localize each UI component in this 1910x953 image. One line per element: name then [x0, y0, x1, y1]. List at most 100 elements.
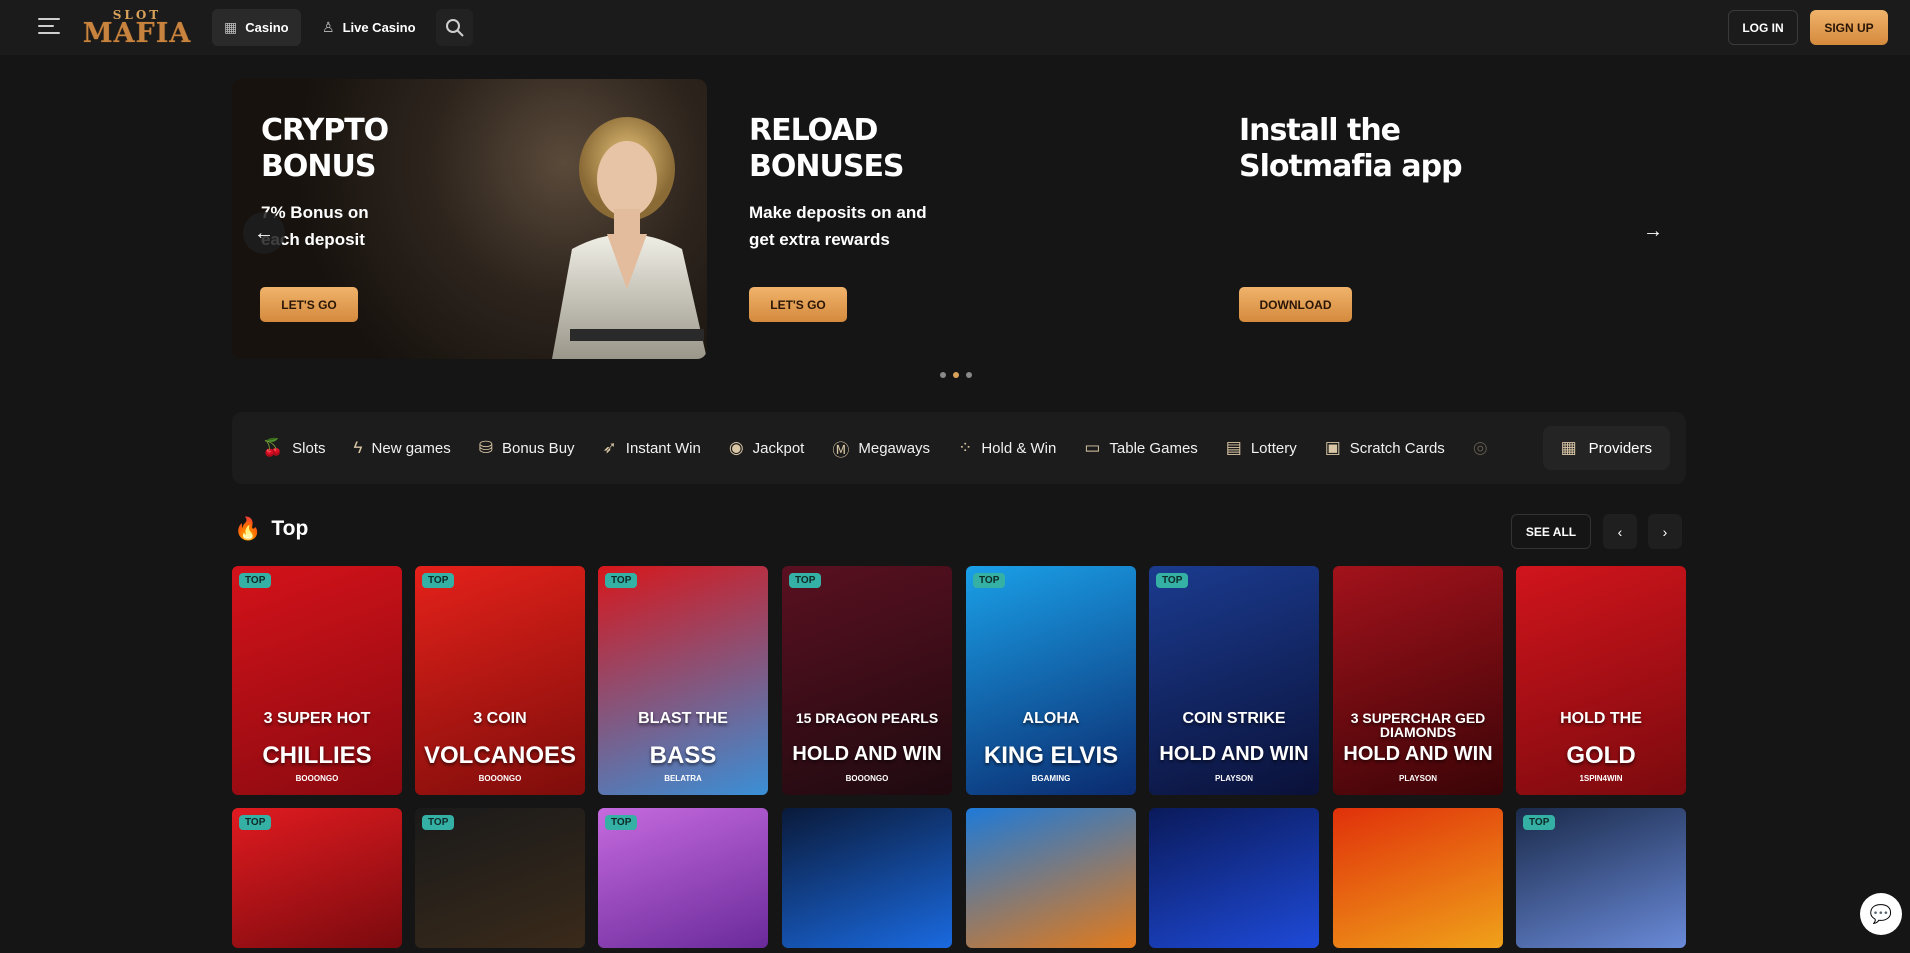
logo-main-text: MAFIA — [82, 17, 192, 49]
games-next-button[interactable]: › — [1648, 514, 1682, 549]
signup-button[interactable]: SIGN UP — [1810, 10, 1888, 45]
ticket-icon: ▤ — [1225, 438, 1242, 457]
chevron-right-icon: › — [1662, 523, 1668, 540]
game-tile[interactable]: TOP COIN STRIKE HOLD AND WIN PLAYSON — [1149, 566, 1319, 795]
banner1-title-line2: BONUS — [261, 149, 376, 184]
banner3-download-button[interactable]: DOWNLOAD — [1239, 287, 1352, 322]
game-title-line1: 3 SUPERCHAR GED DIAMONDS — [1350, 710, 1486, 741]
category-megaways[interactable]: Ⓜ Megaways — [832, 436, 930, 461]
providers-label: Providers — [1588, 439, 1652, 457]
scratch-icon: ▣ — [1324, 438, 1341, 457]
game-tile[interactable] — [1149, 808, 1319, 948]
category-bonus-buy[interactable]: ⛁ Bonus Buy — [479, 438, 575, 458]
games-prev-button[interactable]: ‹ — [1603, 514, 1637, 549]
category-label: Slots — [292, 439, 326, 457]
top-badge: TOP — [1523, 815, 1556, 830]
banner2-sub-line2: get extra rewards — [749, 230, 890, 249]
arrow-left-icon: ← — [254, 221, 274, 244]
category-bar: 🍒 Slots ϟ New games ⛁ Bonus Buy ➶ Instant Wi… — [232, 412, 1686, 484]
category-label: Megaways — [858, 439, 931, 457]
top-badge: TOP — [605, 573, 638, 588]
game-title-line1: BLAST THE — [638, 710, 728, 727]
category-scratch-cards[interactable]: ▣ Scratch Cards — [1325, 438, 1445, 458]
category-instant-win[interactable]: ➶ Instant Win — [603, 438, 701, 458]
game-tile[interactable]: 3 SUPERCHAR GED DIAMONDS HOLD AND WIN PLAY… — [1333, 566, 1503, 795]
category-more-hidden[interactable]: ◎ — [1473, 438, 1488, 458]
banner1-title-line1: CRYPTO — [261, 113, 389, 148]
game-title-line2: KING ELVIS — [983, 742, 1119, 769]
game-tile[interactable]: TOP 3 SUPER HOT CHILLIES BOOONGO — [232, 566, 402, 795]
login-button[interactable]: LOG IN — [1728, 10, 1798, 45]
game-title-line2: HOLD AND WIN — [792, 743, 942, 765]
search-icon — [445, 18, 464, 37]
game-tile[interactable]: TOP — [1516, 808, 1686, 948]
category-jackpot[interactable]: ◉ Jackpot — [729, 438, 805, 458]
category-new-games[interactable]: ϟ New games — [354, 438, 451, 458]
game-tile[interactable] — [782, 808, 952, 948]
carousel-dot-3[interactable] — [966, 372, 972, 378]
carousel-dots — [940, 372, 972, 378]
providers-button[interactable]: ▦ Providers — [1542, 426, 1670, 470]
banner3-title: Install the Slotmafia app — [1239, 113, 1463, 185]
top-badge: TOP — [422, 573, 455, 588]
menu-icon[interactable] — [38, 18, 60, 36]
tab-live-casino[interactable]: ♙ Live Casino — [310, 9, 428, 46]
search-button[interactable] — [436, 9, 473, 46]
game-provider: PLAYSON — [1215, 774, 1253, 783]
section-title-label: Top — [271, 517, 309, 540]
category-lottery[interactable]: ▤ Lottery — [1226, 438, 1297, 458]
game-provider: BGAMING — [1031, 774, 1071, 783]
game-tile[interactable] — [1333, 808, 1503, 948]
game-tile[interactable]: TOP 15 DRAGON PEARLS HOLD AND WIN BOOONGO — [782, 566, 952, 795]
m-icon: Ⓜ — [832, 440, 850, 460]
game-provider: BELATRA — [664, 774, 702, 783]
game-provider: BOOONGO — [295, 774, 339, 783]
top-badge: TOP — [789, 573, 822, 588]
game-title-line1: 3 COIN — [473, 710, 527, 727]
banner2-lets-go-button[interactable]: LET'S GO — [749, 287, 847, 322]
game-provider: BOOONGO — [845, 774, 889, 783]
game-tile[interactable]: HOLD THE GOLD 1SPIN4WIN — [1516, 566, 1686, 795]
game-tile[interactable] — [966, 808, 1136, 948]
game-title-line2: GOLD — [1566, 742, 1636, 769]
game-title-line2: CHILLIES — [262, 742, 372, 769]
category-label: Jackpot — [752, 439, 805, 457]
game-title-line2: HOLD AND WIN — [1159, 743, 1309, 765]
see-all-button[interactable]: SEE ALL — [1511, 514, 1591, 549]
game-tile[interactable]: TOP — [598, 808, 768, 948]
chevron-left-icon: ‹ — [1617, 523, 1623, 540]
more-category-icon: ◎ — [1472, 438, 1488, 457]
game-tile[interactable]: TOP 3 COIN VOLCANOES BOOONGO — [415, 566, 585, 795]
game-tile[interactable]: TOP BLAST THE BASS BELATRA — [598, 566, 768, 795]
category-label: Lottery — [1250, 439, 1297, 457]
banner1-lets-go-button[interactable]: LET'S GO — [260, 287, 358, 322]
tab-casino[interactable]: ▦ Casino — [212, 9, 301, 46]
coin-bag-icon: ◉ — [728, 438, 744, 457]
category-hold-and-win[interactable]: ⁘ Hold & Win — [958, 438, 1056, 458]
carousel-next-button[interactable]: → — [1634, 212, 1672, 250]
game-tile[interactable]: TOP — [232, 808, 402, 948]
category-table-games[interactable]: ▭ Table Games — [1084, 438, 1197, 458]
category-slots[interactable]: 🍒 Slots — [262, 438, 326, 458]
game-provider: 1SPIN4WIN — [1579, 774, 1623, 783]
game-tile[interactable]: TOP — [415, 808, 585, 948]
category-label: Instant Win — [625, 439, 701, 457]
top-badge: TOP — [605, 815, 638, 830]
chat-button[interactable]: 💬 — [1860, 893, 1902, 935]
banner2-title: RELOAD BONUSES — [749, 113, 905, 185]
banner2-title-line1: RELOAD — [749, 113, 878, 148]
tab-live-casino-label: Live Casino — [342, 20, 416, 35]
section-title-top: 🔥 Top — [234, 516, 308, 542]
slotmafia-logo[interactable]: SLOT MAFIA — [82, 9, 192, 47]
game-title-line1: COIN STRIKE — [1182, 710, 1286, 727]
game-tile[interactable]: TOP ALOHA KING ELVIS BGAMING — [966, 566, 1136, 795]
game-title-line1: HOLD THE — [1560, 710, 1642, 727]
banner2-title-line2: BONUSES — [749, 149, 905, 184]
top-badge: TOP — [239, 573, 272, 588]
game-title-line1: 3 SUPER HOT — [263, 710, 371, 727]
top-badge: TOP — [422, 815, 455, 830]
carousel-dot-2[interactable] — [953, 372, 959, 378]
carousel-prev-button[interactable]: ← — [243, 212, 285, 254]
dealer-icon: ♙ — [322, 19, 335, 35]
carousel-dot-1[interactable] — [940, 372, 946, 378]
